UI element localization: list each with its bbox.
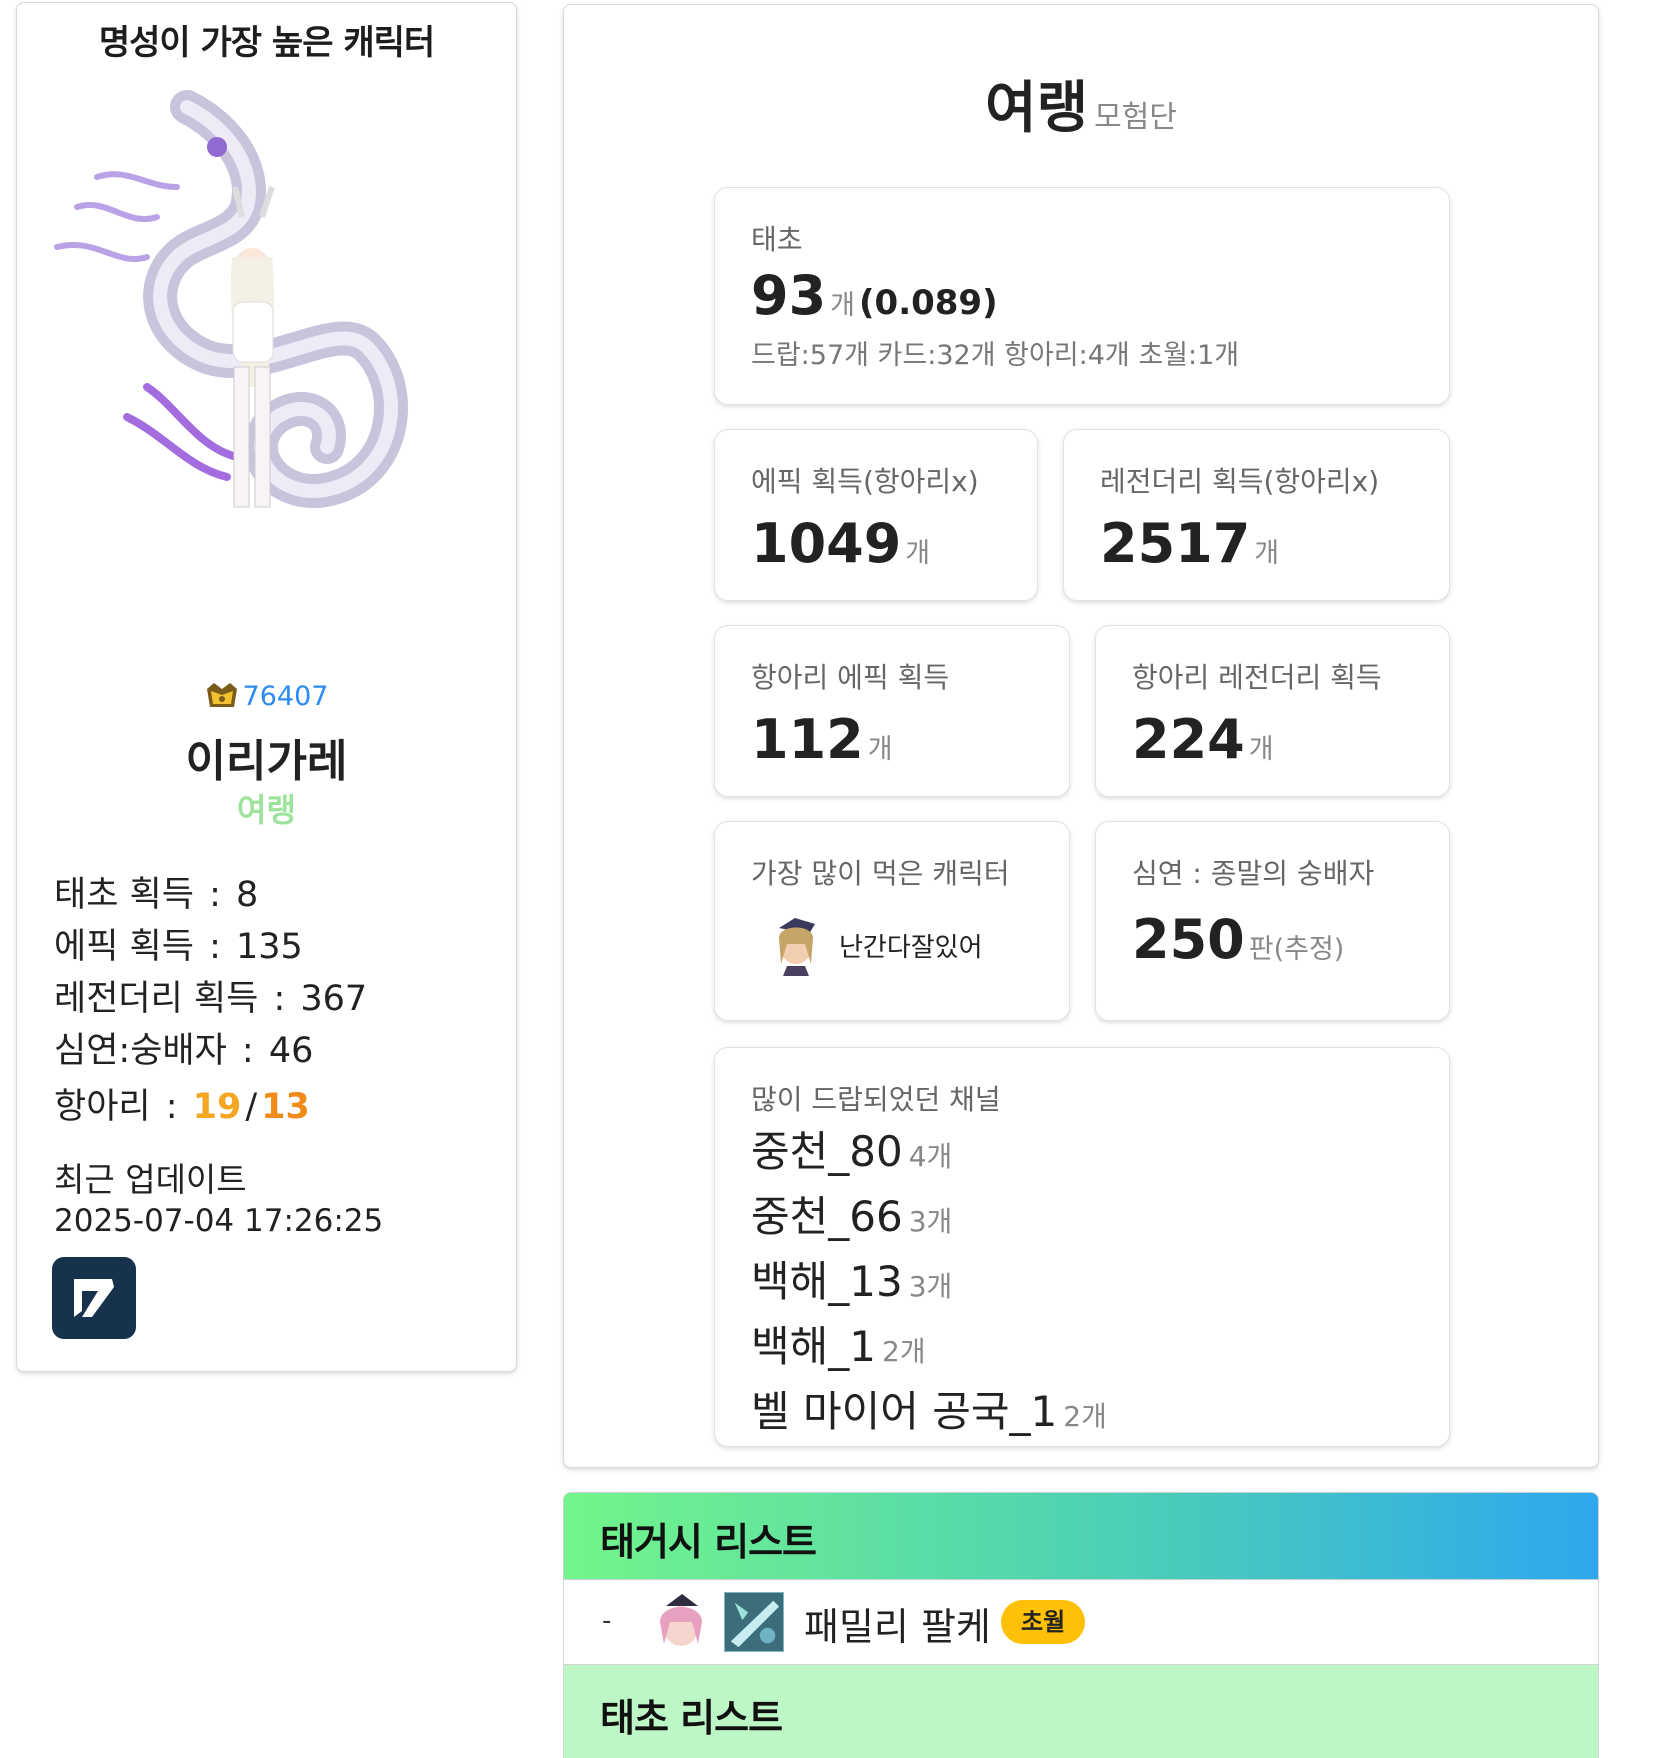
epic-count: 1049 <box>751 512 902 575</box>
stat-abyss: 심연:숭배자 : 46 <box>54 1031 314 1071</box>
dundam-logo-icon <box>74 1279 114 1317</box>
channel-item: 벨 마이어 공국_1 2개 <box>751 1387 1107 1436</box>
taecho-breakdown: 드랍:57개 카드:32개 항아리:4개 초월:1개 <box>751 340 1240 371</box>
status-badge: 초월 <box>1001 1600 1086 1644</box>
taecho-card: 태초 93 개 (0.089) 드랍:57개 카드:32개 항아리:4개 초월:1개 <box>714 187 1450 405</box>
avatar-icon <box>660 1594 702 1646</box>
potion-count-b: 13 <box>261 1087 310 1127</box>
channel-item: 백해_13 3개 <box>751 1257 953 1306</box>
avatar-icon <box>779 918 815 976</box>
most-eaten-name: 난간다잘있어 <box>839 932 983 963</box>
most-eaten-character[interactable]: 난간다잘있어 <box>751 914 1069 976</box>
guild-stats-panel: 여랭 모험단 태초 93 개 (0.089) 드랍:57개 카드:32개 항아리:4개… <box>563 4 1599 1468</box>
character-name[interactable]: 이리가레 <box>17 725 516 789</box>
legendary-count: 2517 <box>1100 512 1251 575</box>
fame-row: 76407 <box>17 681 516 712</box>
potion-epic-card: 항아리 에픽 획득 112 개 <box>714 625 1070 797</box>
drop-channels-card: 많이 드랍되었던 채널 중천_80 4개 중천_66 3개 백해_13 3개 백해_1… <box>714 1047 1450 1447</box>
guild-heading: 여랭 모험단 <box>564 63 1598 144</box>
item-icon <box>724 1592 784 1652</box>
taecho-count: 93 <box>751 264 827 327</box>
channel-item: 중천_66 3개 <box>751 1192 953 1241</box>
guild-name: 여랭 <box>985 76 1089 141</box>
channel-item: 중천_80 4개 <box>751 1127 953 1176</box>
taecho-list-title: 태초 리스트 <box>600 1696 783 1740</box>
epic-card: 에픽 획득(항아리x) 1049 개 <box>714 429 1038 601</box>
potion-legendary-count: 224 <box>1132 708 1245 771</box>
stat-potion: 항아리 : 19/13 <box>54 1087 310 1127</box>
channel-item: 백해_1 2개 <box>751 1322 926 1371</box>
tagged-list-header: 태거시 리스트 <box>563 1492 1599 1580</box>
update-time: 2025-07-04 17:26:25 <box>54 1203 384 1239</box>
taecho-ratio: (0.089) <box>859 283 998 323</box>
update-label: 최근 업데이트 <box>54 1160 247 1199</box>
top-fame-character-card: 명성이 가장 높은 캐릭터 76407 이리가레 여랭 태초 획득 : 8 에픽… <box>16 2 517 1372</box>
potion-epic-count: 112 <box>751 708 864 771</box>
stat-taecho: 태초 획득 : 8 <box>54 875 259 915</box>
row-item-name: 패밀리 팔케 <box>804 1605 991 1649</box>
potion-count-a: 19 <box>192 1087 242 1127</box>
stat-epic: 에픽 획득 : 135 <box>54 927 303 967</box>
stat-legendary: 레전더리 획득 : 367 <box>54 979 368 1019</box>
legendary-card: 레전더리 획득(항아리x) 2517 개 <box>1063 429 1450 601</box>
character-sprite <box>54 90 408 508</box>
fame-crest-icon <box>206 683 237 707</box>
table-row[interactable]: - 패밀리 팔케 초월 <box>563 1580 1599 1664</box>
channel-list: 중천_80 4개 중천_66 3개 백해_13 3개 백해_1 2개 벨 마이어 공국_… <box>751 1122 1449 1447</box>
tagged-list-title: 태거시 리스트 <box>600 1520 817 1564</box>
most-eaten-card: 가장 많이 먹은 캐릭터 난간다잘있어 <box>714 821 1070 1021</box>
abyss-card: 심연 : 종말의 숭배자 250 판(추정) <box>1095 821 1450 1021</box>
character-guild[interactable]: 여랭 <box>17 785 516 831</box>
taecho-list-header: 태초 리스트 <box>563 1664 1599 1758</box>
potion-legendary-card: 항아리 레전더리 획득 224 개 <box>1095 625 1450 797</box>
guild-suffix: 모험단 <box>1094 100 1177 135</box>
abyss-count: 250 <box>1132 908 1245 971</box>
card-title: 명성이 가장 높은 캐릭터 <box>98 23 435 63</box>
fame-value: 76407 <box>242 681 329 712</box>
character-stats: 태초 획득 : 8 에픽 획득 : 135 레전더리 획득 : 367 심연:숭… <box>54 869 367 1133</box>
dundam-link-button[interactable] <box>52 1257 136 1339</box>
row-dash: - <box>602 1606 612 1636</box>
